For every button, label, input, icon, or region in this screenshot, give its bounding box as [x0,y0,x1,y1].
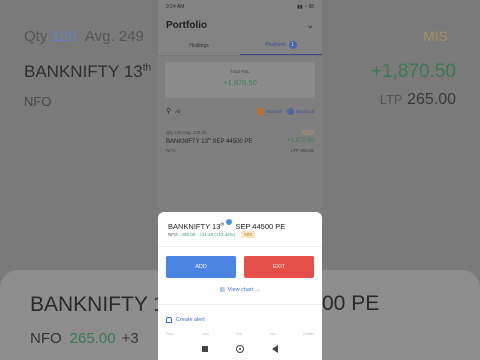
bg-ltp: LTP 265.00 [379,91,456,108]
search-input[interactable]: All [175,109,180,114]
sensibull-icon [286,107,294,115]
create-alert-link[interactable]: Create alert [166,317,205,323]
status-icons: ▮▮ ◔ 98 [297,4,314,10]
verified-icon [226,219,233,225]
exit-button[interactable]: EXIT [244,256,314,278]
search-icon[interactable]: ⚲ [166,107,171,115]
position-product-tag: MIS [301,129,314,135]
sheet-meta: NFO 265.00 +31.40 (+13.44%) MIS [168,231,256,238]
arrow-right-icon: → [254,287,261,293]
system-nav-bar [158,338,322,360]
status-bar: 9:24 AM ▮▮ ◔ 98 [158,0,322,14]
chart-icon: ▥ [219,287,225,293]
bg-qty-line: Qty 120 Avg. 249 [24,28,144,45]
analyse-link[interactable]: Analyse [256,107,282,115]
app-header: Portfolio ⌄ [158,14,322,36]
sheet-more-options: Place Add Exit Info Details [166,332,314,336]
position-row[interactable]: Qty 120 Avg. 249.41 MIS BANKNIFTY 13th S… [166,128,314,154]
tab-positions[interactable]: Positions 1 [240,36,322,55]
sheet-ltp: 265.00 [181,232,196,237]
sheet-exchange: NFO [168,232,178,237]
pnl-card: Total P&L +1,870.50 [165,62,315,98]
add-button[interactable]: ADD [166,256,236,278]
filter-row: ⚲ All Analyse Sensibull [166,106,314,116]
positions-count-badge: 1 [288,41,297,49]
tab-holdings[interactable]: Holdings [158,36,240,55]
pnl-value: +1,870.50 [223,78,257,87]
recents-icon[interactable] [202,346,208,352]
sheet-change: +31.40 (+13.44%) [199,232,236,237]
sensibull-link[interactable]: Sensibull [286,107,314,115]
position-ltp: LTP 265.00 [291,147,314,153]
bell-icon [166,317,172,323]
back-icon[interactable] [272,345,278,353]
bg-instrument: BANKNIFTY 13th [24,62,152,81]
status-time: 9:24 AM [166,4,185,10]
position-name: BANKNIFTY 13th SEP 44500 PE [166,137,253,145]
bg-sheet-instrument-right: 00 PE [322,292,380,315]
bg-exchange: NFO [24,94,52,109]
home-icon[interactable] [236,345,244,353]
divider [158,304,322,305]
bg-pnl: +1,870.50 [370,61,456,82]
tab-bar: Holdings Positions 1 [158,36,322,56]
position-qty: Qty 120 Avg. 249.41 [166,129,207,135]
chevron-down-icon[interactable]: ⌄ [306,20,314,31]
position-pnl: +1,870.50 [287,138,314,144]
divider [158,246,322,247]
pnl-label: Total P&L [230,69,250,74]
bg-product-tag: MIS [423,28,448,44]
sheet-product-tag: MIS [241,231,256,238]
analyse-icon [256,107,264,115]
view-chart-link[interactable]: ▥ View chart → [158,287,322,293]
bg-sheet-meta: NFO 265.00 +3 [30,330,139,347]
page-title: Portfolio [166,19,208,31]
sheet-instrument-title: BANKNIFTY 13th SEP 44500 PE [168,219,285,231]
phone-screen: 9:24 AM ▮▮ ◔ 98 Portfolio ⌄ Holdings Pos… [158,0,322,360]
position-exchange: NFO [166,147,176,153]
